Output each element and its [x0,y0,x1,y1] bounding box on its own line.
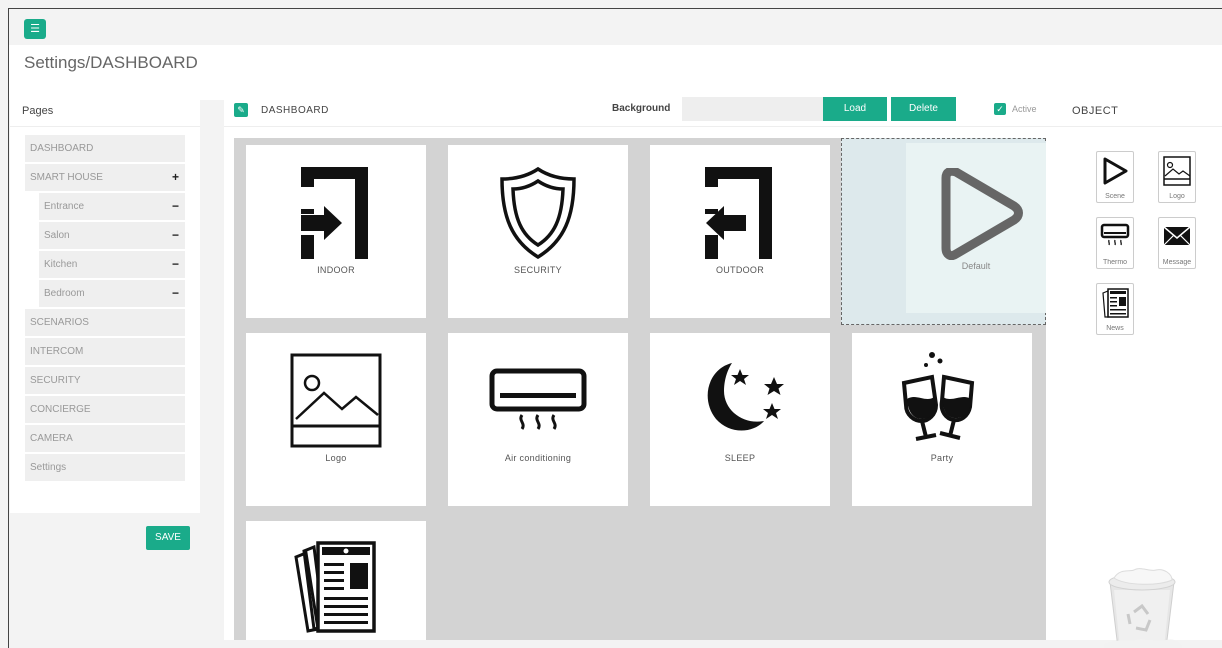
active-label: Active [1012,104,1037,114]
page-title: Settings/DASHBOARD [24,53,198,72]
image-icon [1163,156,1191,186]
newspaper-icon [294,541,376,633]
tile-logo[interactable]: Logo [246,333,426,506]
page-item-kitchen[interactable]: Kitchen − [39,251,185,278]
image-icon [290,353,382,448]
remove-icon[interactable]: − [172,257,179,271]
page-item-label: Entrance [44,201,85,212]
tile-label: Party [930,453,954,463]
page-item-label: CAMERA [30,433,73,444]
tile-label: Default [961,261,991,271]
tile-security[interactable]: SECURITY [448,145,628,318]
object-news[interactable]: News [1096,283,1134,335]
shield-icon [500,166,576,260]
edit-icon[interactable]: ✎ [234,103,248,117]
dragging-tile-default[interactable]: Default [906,143,1046,313]
background-label: Background [612,103,671,114]
page-item-entrance[interactable]: Entrance − [39,193,185,220]
newspaper-icon [1102,288,1129,318]
pages-panel-title: Pages [10,93,200,127]
recycle-bin-icon[interactable] [1100,568,1184,648]
tile-air-conditioning[interactable]: Air conditioning [448,333,628,506]
tile-outdoor[interactable]: OUTDOOR [650,145,830,318]
air-conditioner-icon [1100,223,1130,246]
hamburger-menu-button[interactable]: ☰ [24,19,46,39]
page-item-concierge[interactable]: CONCIERGE [25,396,185,423]
dashboard-grid[interactable]: INDOOR SECURITY OUTDOOR Logo Air conditi… [234,138,1046,640]
page-item-security[interactable]: SECURITY [25,367,185,394]
active-checkbox[interactable]: ✓ [994,103,1006,115]
air-conditioner-icon [489,368,587,430]
dashboard-title: DASHBOARD [261,105,329,116]
tile-label: OUTDOOR [715,265,765,275]
object-logo[interactable]: Logo [1158,151,1196,203]
play-icon [941,168,1023,260]
background-input[interactable] [682,97,823,121]
page-item-label: Settings [30,462,67,473]
object-label: Scene [1105,193,1125,200]
page-item-label: SMART HOUSE [30,172,103,183]
tile-indoor[interactable]: INDOOR [246,145,426,318]
page-item-label: Kitchen [44,259,78,270]
pages-panel: Pages DASHBOARD SMART HOUSE + Entrance − S… [10,93,200,513]
dashboard-toolbar: ✎ DASHBOARD Background Load Delete ✓ Act… [224,93,1064,127]
tile-label: Logo [325,453,347,463]
page-item-label: SCENARIOS [30,317,89,328]
remove-icon[interactable]: − [172,286,179,300]
page-item-camera[interactable]: CAMERA [25,425,185,452]
page-item-label: INTERCOM [30,346,84,357]
page-item-scenarios[interactable]: SCENARIOS [25,309,185,336]
object-panel-title: OBJECT [1062,93,1222,127]
tile-news[interactable] [246,521,426,640]
page-item-bedroom[interactable]: Bedroom − [39,280,185,307]
object-label: News [1106,325,1124,332]
indoor-icon [301,167,368,259]
page-item-label: Salon [44,230,70,241]
load-button[interactable]: Load [823,97,887,121]
object-panel: OBJECT Scene Logo Thermo Message News [1062,93,1222,640]
tile-label: Air conditioning [504,453,572,463]
outdoor-icon [705,167,772,259]
object-thermo[interactable]: Thermo [1096,217,1134,269]
page-item-label: SECURITY [30,375,81,386]
object-label: Logo [1169,193,1185,200]
object-label: Thermo [1102,259,1128,266]
dashboard-panel: ✎ DASHBOARD Background Load Delete ✓ Act… [224,93,1064,640]
page-item-dashboard[interactable]: DASHBOARD [25,135,185,162]
remove-icon[interactable]: − [172,228,179,242]
play-icon [1103,157,1128,185]
page-item-settings[interactable]: Settings [25,454,185,481]
save-button[interactable]: SAVE [146,526,190,550]
tile-party[interactable]: Party [852,333,1032,506]
moon-stars-icon [707,363,784,431]
page-item-label: DASHBOARD [30,143,94,154]
page-item-salon[interactable]: Salon − [39,222,185,249]
envelope-icon [1163,226,1191,246]
add-icon[interactable]: + [172,170,179,184]
tile-label: INDOOR [317,265,355,275]
page-item-label: CONCIERGE [30,404,91,415]
page-item-label: Bedroom [44,288,85,299]
object-label: Message [1162,259,1192,266]
page-list: DASHBOARD SMART HOUSE + Entrance − Salon − … [10,127,200,491]
page-item-smart-house[interactable]: SMART HOUSE + [25,164,185,191]
object-scene[interactable]: Scene [1096,151,1134,203]
remove-icon[interactable]: − [172,199,179,213]
tile-label: SECURITY [514,265,562,275]
delete-button[interactable]: Delete [891,97,956,121]
wine-glasses-icon [901,352,975,441]
tile-label: SLEEP [724,453,756,463]
object-message[interactable]: Message [1158,217,1196,269]
page-item-intercom[interactable]: INTERCOM [25,338,185,365]
tile-sleep[interactable]: SLEEP [650,333,830,506]
